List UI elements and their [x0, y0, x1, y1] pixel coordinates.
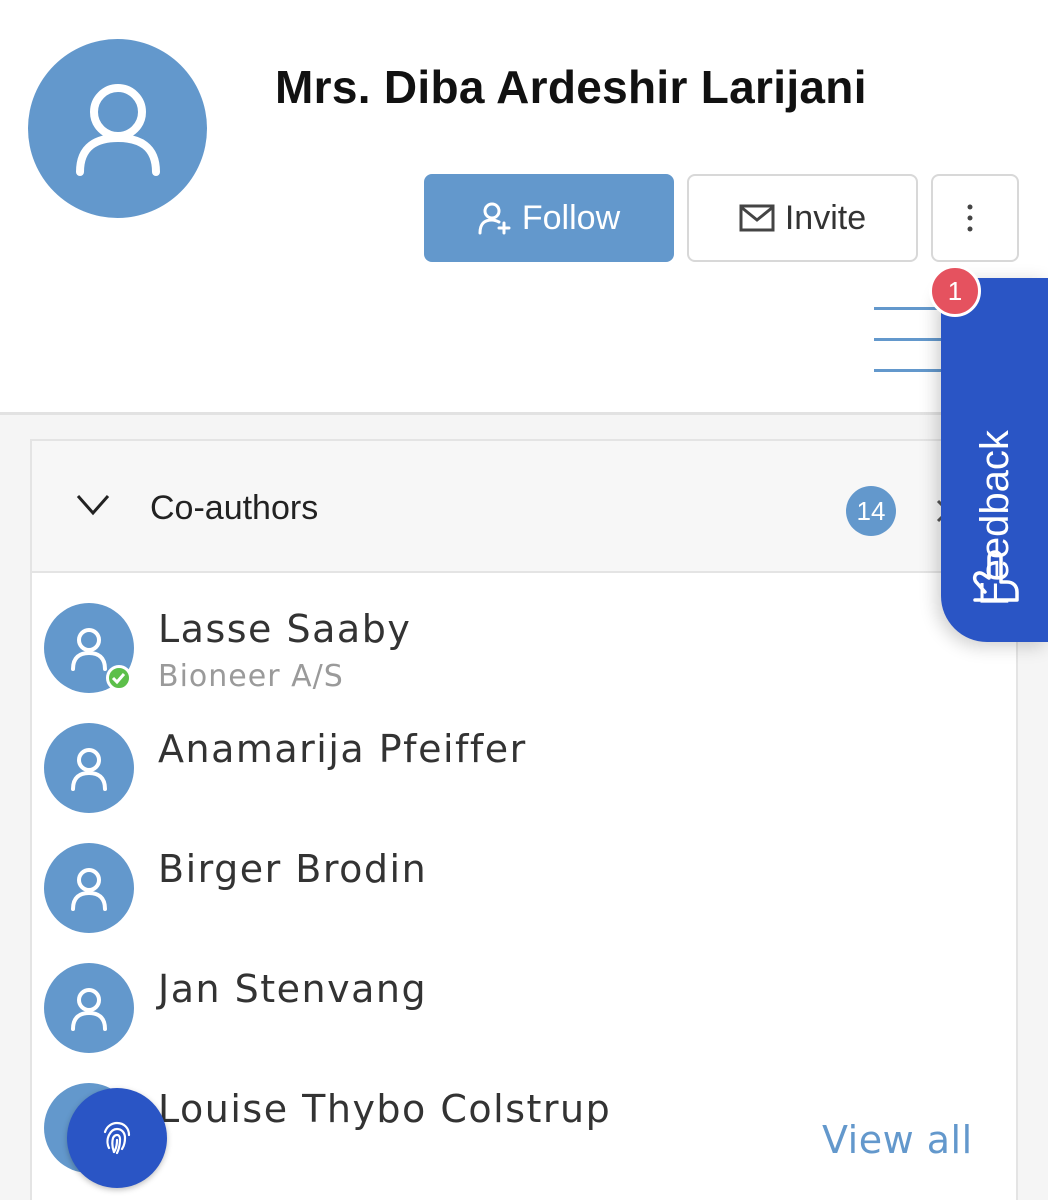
- coauthor-item[interactable]: Louise Thybo Colstrup: [44, 1083, 944, 1193]
- profile-name: Mrs. Diba Ardeshir Larijani: [275, 61, 867, 113]
- vertical-dots-icon: [967, 204, 973, 232]
- follow-label: Follow: [521, 198, 621, 237]
- avatar: [44, 963, 134, 1053]
- coauthor-name: Louise Thybo Colstrup: [158, 1087, 612, 1131]
- avatar: [44, 843, 134, 933]
- coauthors-title: Co-authors: [150, 489, 319, 527]
- more-options-button[interactable]: [931, 174, 1019, 262]
- mail-icon: [739, 204, 775, 232]
- coauthor-name: Anamarija Pfeiffer: [158, 727, 527, 771]
- add-user-icon: [478, 202, 511, 235]
- feedback-tab[interactable]: Feedback: [941, 278, 1048, 642]
- avatar: [44, 603, 134, 693]
- person-icon: [71, 988, 107, 1031]
- coauthor-name: Jan Stenvang: [158, 967, 428, 1011]
- verified-icon: [106, 665, 132, 691]
- coauthor-affiliation: Bioneer A/S: [158, 659, 344, 694]
- coauthors-count-badge: 14: [846, 486, 896, 536]
- coauthor-item[interactable]: Anamarija Pfeiffer: [44, 723, 944, 833]
- profile-avatar: [28, 39, 207, 218]
- coauthor-item[interactable]: Lasse Saaby Bioneer A/S: [44, 603, 944, 713]
- coauthor-name: Lasse Saaby: [158, 607, 412, 651]
- view-all-link[interactable]: View all: [822, 1118, 973, 1162]
- person-icon: [71, 868, 107, 911]
- coauthor-name: Birger Brodin: [158, 847, 428, 891]
- person-icon: [71, 748, 107, 791]
- hand-icon: [972, 550, 1019, 602]
- person-icon: [71, 628, 107, 671]
- menu-icon[interactable]: [874, 305, 944, 375]
- coauthor-item[interactable]: Birger Brodin: [44, 843, 944, 953]
- coauthor-item[interactable]: Jan Stenvang: [44, 963, 944, 1073]
- person-icon: [76, 84, 160, 176]
- notification-badge: 1: [929, 265, 981, 317]
- invite-label: Invite: [784, 198, 867, 237]
- profile-header: Mrs. Diba Ardeshir Larijani Follow Invit…: [0, 0, 1048, 414]
- avatar: [44, 723, 134, 813]
- fingerprint-button[interactable]: [67, 1088, 167, 1188]
- follow-button[interactable]: Follow: [424, 174, 674, 262]
- coauthors-header[interactable]: Co-authors 14: [32, 441, 1016, 573]
- fingerprint-icon: [103, 1121, 131, 1155]
- invite-button[interactable]: Invite: [687, 174, 918, 262]
- chevron-down-icon[interactable]: [76, 494, 110, 516]
